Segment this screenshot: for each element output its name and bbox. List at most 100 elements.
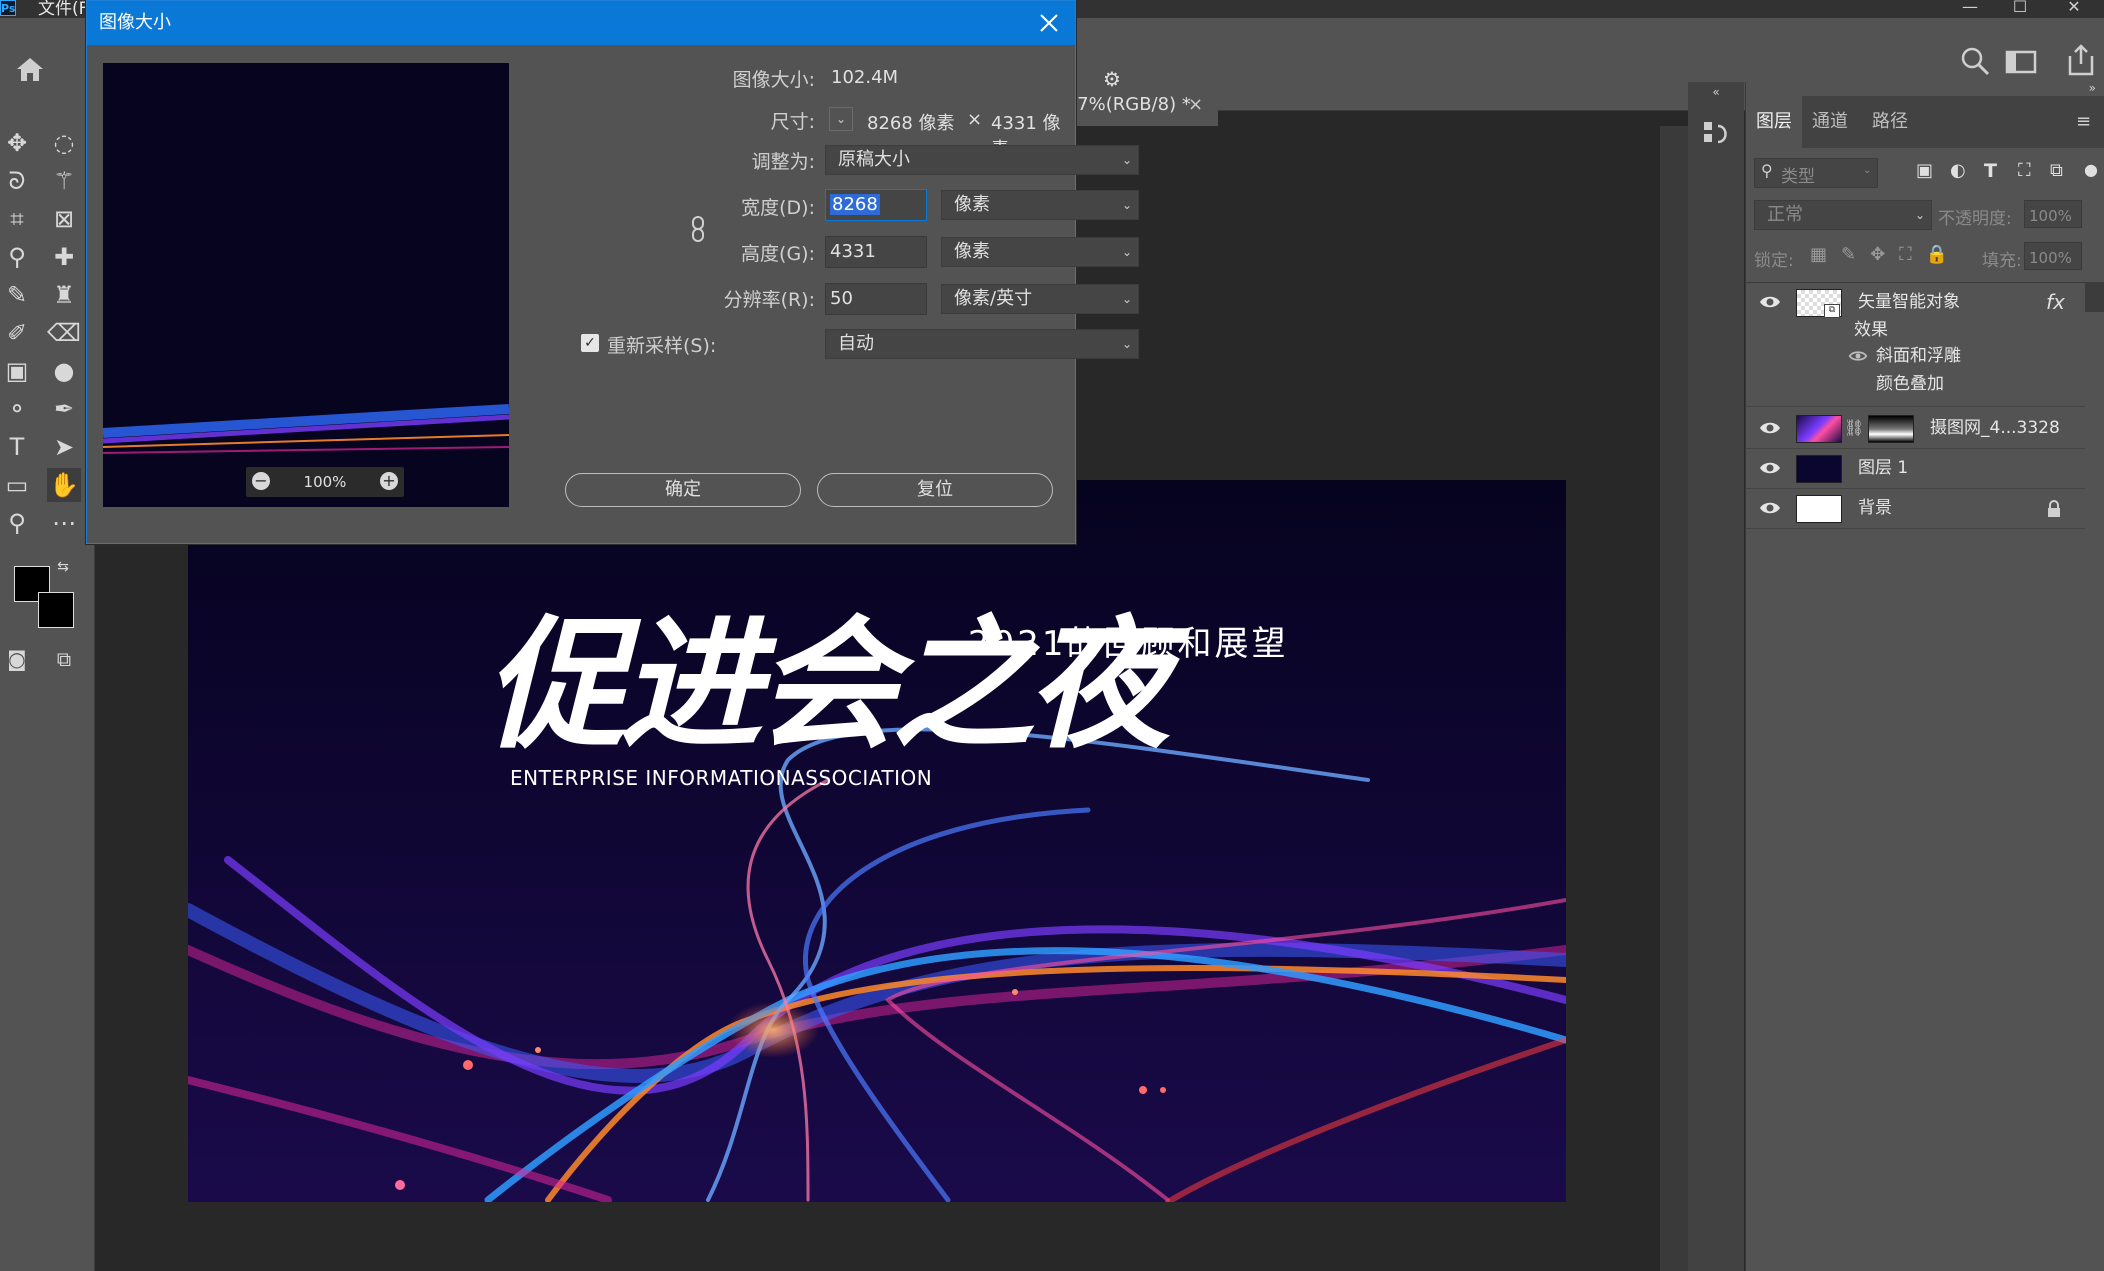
zoom-in-icon[interactable]: + <box>380 472 398 490</box>
fit-to-label: 调整为: <box>751 151 815 173</box>
screen-mode-icon[interactable]: ⧉ <box>47 642 81 676</box>
resample-select[interactable]: 自动 ⌄ <box>825 329 1139 359</box>
visibility-eye-icon[interactable] <box>1758 416 1782 440</box>
blend-mode-select[interactable]: 正常 ⌄ <box>1754 200 1932 230</box>
swap-colors-icon[interactable]: ⇆ <box>54 558 72 576</box>
close-icon[interactable] <box>1031 5 1067 41</box>
filter-adjustment-icon[interactable]: ◐ <box>1950 160 1972 184</box>
lasso-icon[interactable]: ᘐ <box>0 164 34 198</box>
filter-shape-icon[interactable]: ⛶ <box>2018 160 2040 184</box>
blend-mode-value: 正常 <box>1767 204 1803 225</box>
visibility-eye-icon[interactable] <box>1758 496 1782 520</box>
filter-smart-object-icon[interactable]: ⧉ <box>2050 160 2072 184</box>
healing-brush-icon[interactable]: ✚ <box>47 240 81 274</box>
tab-channels[interactable]: 通道 <box>1802 96 1858 148</box>
fit-to-select[interactable]: 原稿大小 ⌄ <box>825 145 1139 175</box>
effect-visibility-eye-icon[interactable] <box>1848 348 1868 364</box>
close-window-icon[interactable]: ✕ <box>2054 0 2094 18</box>
quick-mask-icon[interactable]: ◙ <box>0 642 34 676</box>
fill-field[interactable]: 100% <box>2024 242 2082 270</box>
clone-stamp-icon[interactable]: ♜ <box>47 278 81 312</box>
image-size-dialog: 图像大小 − 100% + 图像大小: 102.4M ⚙ 尺寸: ⌄ 8268 … <box>86 0 1139 544</box>
dodge-icon[interactable]: ⚬ <box>0 392 34 426</box>
dimensions-unit-dropdown[interactable]: ⌄ <box>829 107 853 131</box>
artwork-main-title: 促进会之夜 <box>484 603 1170 768</box>
gradient-icon[interactable]: ▣ <box>0 354 34 388</box>
hand-icon[interactable]: ✋ <box>47 468 81 502</box>
layers-panel: » 图层 通道 路径 ≡ ⚲ 类型 ⌄ ▣ ◐ T ⛶ ⧉ ● 正常 ⌄ 不透明… <box>1745 82 2104 1271</box>
crop-icon[interactable]: ⌗ <box>0 202 34 236</box>
history-brush-icon[interactable]: ✐ <box>0 316 34 350</box>
type-icon[interactable]: T <box>0 430 34 464</box>
chevron-down-icon: ⌄ <box>1121 153 1132 167</box>
rectangle-icon[interactable]: ▭ <box>0 468 34 502</box>
image-preview[interactable]: − 100% + <box>103 63 509 507</box>
layer-row[interactable]: ⛓ 摄图网_4...3328 <box>1746 408 2085 449</box>
panel-menu-icon[interactable]: ≡ <box>2076 112 2098 132</box>
search-icon[interactable] <box>1958 44 1992 78</box>
effect-color-overlay[interactable]: 颜色叠加 <box>1876 372 1944 396</box>
filter-type-icon[interactable]: T <box>1984 160 2006 184</box>
expand-panel-icon[interactable]: » <box>2056 82 2096 96</box>
settings-gear-icon[interactable]: ⚙ <box>1103 67 1121 91</box>
layer-row[interactable]: ⧉ 矢量智能对象 fx 效果 斜面和浮雕 颜色叠加 <box>1746 282 2085 407</box>
document-tab[interactable]: 5.7%(RGB/8) * × <box>1060 84 1218 126</box>
zoom-icon[interactable]: ⚲ <box>0 506 34 540</box>
eraser-icon[interactable]: ⌫ <box>47 316 81 350</box>
height-input[interactable]: 4331 <box>825 236 927 268</box>
tab-paths[interactable]: 路径 <box>1862 96 1918 148</box>
menu-file[interactable]: 文件(F <box>38 0 88 18</box>
layer-row[interactable]: 背景 <box>1746 488 2085 529</box>
height-label: 高度(G): <box>741 243 815 265</box>
filter-pixel-icon[interactable]: ▣ <box>1916 160 1938 184</box>
tab-close-icon[interactable]: × <box>1188 84 1212 126</box>
blur-icon[interactable]: ● <box>47 354 81 388</box>
height-unit-select[interactable]: 像素 ⌄ <box>941 237 1139 267</box>
layers-scrollbar[interactable] <box>2085 282 2104 312</box>
dimensions-label: 尺寸: <box>770 111 815 133</box>
dialog-titlebar[interactable]: 图像大小 <box>87 1 1075 45</box>
smart-object-badge-icon: ⧉ <box>1824 304 1840 318</box>
workspace-icon[interactable] <box>2004 46 2040 78</box>
elliptical-marquee-icon[interactable]: ◌ <box>47 126 81 160</box>
history-panel-icon[interactable] <box>1700 118 1732 152</box>
frame-icon[interactable]: ⊠ <box>47 202 81 236</box>
layer-row[interactable]: 图层 1 <box>1746 448 2085 489</box>
share-icon[interactable] <box>2064 42 2098 78</box>
background-color-swatch[interactable] <box>38 592 74 628</box>
eyedropper-icon[interactable]: ⚲ <box>0 240 34 274</box>
collapse-dock-icon[interactable]: « <box>1696 86 1736 98</box>
resolution-unit-select[interactable]: 像素/英寸 ⌄ <box>941 284 1139 314</box>
dock-strip: « <box>1688 82 1744 1271</box>
brush-icon[interactable]: ✎ <box>0 278 34 312</box>
visibility-eye-icon[interactable] <box>1758 456 1782 480</box>
layer-link-icon[interactable]: ⛓ <box>1844 418 1864 437</box>
reset-button[interactable]: 复位 <box>817 473 1053 507</box>
lock-icons[interactable]: ▦✎✥⛶🔒 <box>1810 244 1962 265</box>
maximize-icon[interactable]: ☐ <box>2000 0 2040 18</box>
width-input[interactable]: 8268 <box>825 189 927 221</box>
width-unit-select[interactable]: 像素 ⌄ <box>941 190 1139 220</box>
layer-mask-thumbnail[interactable] <box>1868 415 1914 443</box>
resolution-input[interactable]: 50 <box>825 283 927 315</box>
visibility-eye-icon[interactable] <box>1758 290 1782 314</box>
tab-layers[interactable]: 图层 <box>1746 96 1802 148</box>
path-selection-icon[interactable]: ➤ <box>47 430 81 464</box>
layer-filter-select[interactable]: ⚲ 类型 ⌄ <box>1754 158 1878 188</box>
more-tools-icon[interactable]: ⋯ <box>47 506 81 540</box>
filter-toggle-icon[interactable]: ● <box>2084 160 2100 184</box>
home-icon[interactable] <box>14 54 46 84</box>
magic-wand-icon[interactable]: ⚚ <box>47 164 81 198</box>
ok-button[interactable]: 确定 <box>565 473 801 507</box>
move-tool-icon[interactable]: ✥ <box>0 126 34 160</box>
panel-tabs: 图层 通道 路径 ≡ <box>1746 96 2104 148</box>
effect-bevel-emboss[interactable]: 斜面和浮雕 <box>1876 344 1961 368</box>
vertical-scrollbar[interactable] <box>1660 126 1688 1271</box>
fx-badge[interactable]: fx <box>2046 290 2065 314</box>
pen-icon[interactable]: ✒ <box>47 392 81 426</box>
chevron-down-icon: ⌄ <box>1121 198 1132 212</box>
minimize-icon[interactable]: — <box>1950 0 1990 18</box>
opacity-field[interactable]: 100% <box>2024 200 2082 228</box>
resample-checkbox[interactable]: ✓ <box>581 334 599 352</box>
lock-label: 锁定: <box>1754 251 1794 271</box>
